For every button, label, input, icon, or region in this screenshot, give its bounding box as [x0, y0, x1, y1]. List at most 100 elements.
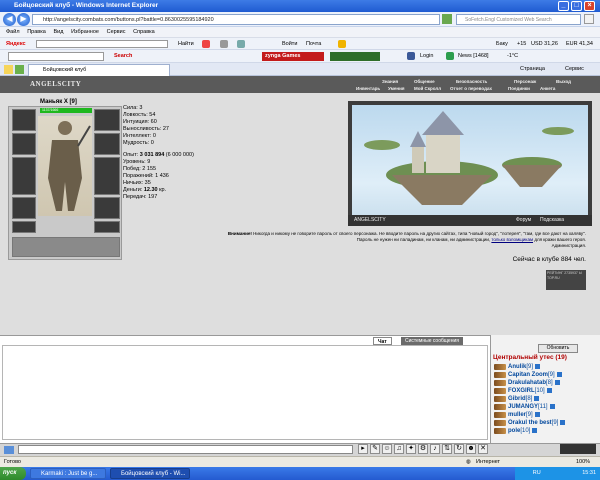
forward-arrow-icon[interactable]: ▶ — [17, 13, 30, 26]
maximize-button[interactable]: □ — [571, 1, 582, 11]
task-fight-club[interactable]: Бойцовский клуб - Wi... — [110, 468, 190, 479]
menu-edit[interactable]: Правка — [27, 29, 46, 35]
smiles-icon[interactable]: ☺ — [382, 444, 392, 454]
user-list-item[interactable]: pole[10] — [494, 427, 538, 435]
chat-mode-icon[interactable] — [4, 446, 14, 454]
settings-icon[interactable]: ⚙ — [418, 444, 428, 454]
yandex-login-button[interactable]: Войти — [282, 38, 297, 50]
user-list-item[interactable]: Anulik[9] — [494, 363, 541, 371]
tools-menu-button[interactable]: Сервис — [565, 63, 584, 75]
shield-slot[interactable] — [94, 157, 120, 195]
rating-counter[interactable]: РЕЙТИНГ 2735937 Ы TOP.RU — [546, 270, 586, 290]
find-button[interactable]: Найти — [178, 38, 194, 50]
user-list-item[interactable]: Capitan Zoom[9] — [494, 371, 562, 379]
nav-profile[interactable]: Анкета — [540, 86, 555, 91]
chat-icon[interactable] — [220, 40, 228, 48]
facebook-icon[interactable] — [407, 52, 415, 60]
info-icon[interactable] — [534, 395, 540, 401]
info-icon[interactable] — [560, 419, 566, 425]
add-favorites-icon[interactable] — [15, 65, 24, 74]
toolbar-search-button[interactable]: Search — [114, 50, 132, 62]
online-button[interactable] — [560, 444, 596, 454]
item-belt-bar[interactable] — [12, 237, 120, 257]
nav-security[interactable]: Безопасность — [456, 79, 487, 84]
gloves-slot[interactable] — [94, 197, 120, 219]
back-arrow-icon[interactable]: ◀ — [3, 13, 16, 26]
language-indicator[interactable]: RU — [533, 470, 541, 476]
info-icon[interactable] — [532, 427, 538, 433]
sound-icon[interactable]: ♪ — [430, 444, 440, 454]
info-icon[interactable] — [534, 411, 540, 417]
search-go-icon[interactable] — [584, 14, 594, 24]
toolbar-search-input[interactable] — [8, 52, 104, 61]
tab-chat[interactable]: Чат — [373, 337, 392, 345]
nav-transfer-report[interactable]: Отчет о переводах — [450, 86, 492, 91]
nav-knowledge[interactable]: Знания — [382, 79, 398, 84]
page-menu-button[interactable]: Страница — [520, 63, 545, 75]
nav-communication[interactable]: Общение — [414, 79, 435, 84]
start-button[interactable]: пуск — [0, 467, 26, 480]
menu-file[interactable]: Файл — [6, 29, 20, 35]
address-input[interactable]: http://angelscity.combats.com/buttons.pl… — [32, 14, 440, 25]
info-icon[interactable] — [554, 379, 560, 385]
yandex-search-input[interactable] — [36, 40, 168, 48]
earring-slot[interactable] — [94, 109, 120, 131]
boots-slot[interactable] — [94, 221, 120, 233]
refresh-button[interactable]: Обновить — [538, 344, 578, 353]
nav-inventory[interactable]: Инвентарь — [356, 86, 380, 91]
floating-castle-image[interactable] — [352, 105, 588, 217]
chat-message-input[interactable] — [18, 445, 353, 454]
user-list-item[interactable]: Gibrid[8] — [494, 395, 540, 403]
menu-help[interactable]: Справка — [133, 29, 155, 35]
menu-tools[interactable]: Сервис — [107, 29, 126, 35]
amulet-slot[interactable] — [94, 133, 120, 155]
minimize-button[interactable]: _ — [558, 1, 569, 11]
refresh-chat-icon[interactable]: ↻ — [454, 444, 464, 454]
nav-battles[interactable]: Поединки — [508, 86, 530, 91]
close-button[interactable]: × — [584, 1, 595, 11]
weather-button[interactable]: -1°C — [507, 50, 518, 62]
send-icon[interactable]: ▸ — [358, 444, 368, 454]
warning-link[interactable]: только взломщикам — [491, 237, 533, 242]
forum-button[interactable]: Форум — [516, 215, 531, 226]
menu-favorites[interactable]: Избранное — [71, 29, 99, 35]
info-icon[interactable] — [556, 371, 562, 377]
clear-icon[interactable]: ✎ — [370, 444, 380, 454]
menu-view[interactable]: Вид — [53, 29, 63, 35]
tab-system-messages[interactable]: Системные сообщения — [401, 337, 463, 345]
nav-exit[interactable]: Выход — [556, 79, 571, 84]
filter-icon[interactable]: ♫ — [394, 444, 404, 454]
favorites-star-icon[interactable] — [4, 65, 13, 74]
user-list-item[interactable]: muller[9] — [494, 411, 540, 419]
zynga-games-button[interactable]: zynga Games — [262, 52, 324, 61]
bookmarks-icon[interactable] — [338, 40, 346, 48]
helmet-slot[interactable] — [12, 109, 36, 131]
user-list-item[interactable]: FOXGIRL[10] — [494, 387, 552, 395]
bracer-slot[interactable] — [12, 133, 36, 155]
yandex-mail-button[interactable]: Почта — [306, 38, 321, 50]
user-list-item[interactable]: Orakul the best[9] — [494, 419, 566, 427]
weather-city[interactable]: Баку — [496, 38, 508, 50]
user-icon[interactable]: ☻ — [466, 444, 476, 454]
toolbar-login-button[interactable]: Login — [420, 50, 433, 62]
task-karmaki[interactable]: Karmaki : Just be g... — [30, 468, 106, 479]
news-icon[interactable] — [446, 52, 454, 60]
news-button[interactable]: News [1468] — [458, 50, 489, 62]
refresh-icon[interactable] — [442, 14, 452, 24]
translit-icon[interactable]: ✦ — [406, 444, 416, 454]
info-icon[interactable] — [535, 363, 541, 369]
chat-log[interactable] — [2, 345, 488, 440]
web-search-input[interactable]: SoFetch.Engl Customized Web Search — [456, 14, 581, 25]
info-icon[interactable] — [546, 387, 552, 393]
armor-slot[interactable] — [12, 197, 36, 219]
hint-button[interactable]: Подсказка — [540, 215, 564, 226]
weapon-slot[interactable] — [12, 157, 36, 195]
scroll-icon[interactable]: ⇅ — [442, 444, 452, 454]
belt-slot[interactable] — [12, 221, 36, 233]
tab-fight-club[interactable]: Бойцовский клуб — [28, 64, 170, 76]
nav-skills[interactable]: Умения — [388, 86, 405, 91]
translate-icon[interactable] — [237, 40, 245, 48]
user-list-item[interactable]: JUMANGY[11] — [494, 403, 555, 411]
shield-icon[interactable] — [202, 40, 210, 48]
exit-icon[interactable]: ✕ — [478, 444, 488, 454]
